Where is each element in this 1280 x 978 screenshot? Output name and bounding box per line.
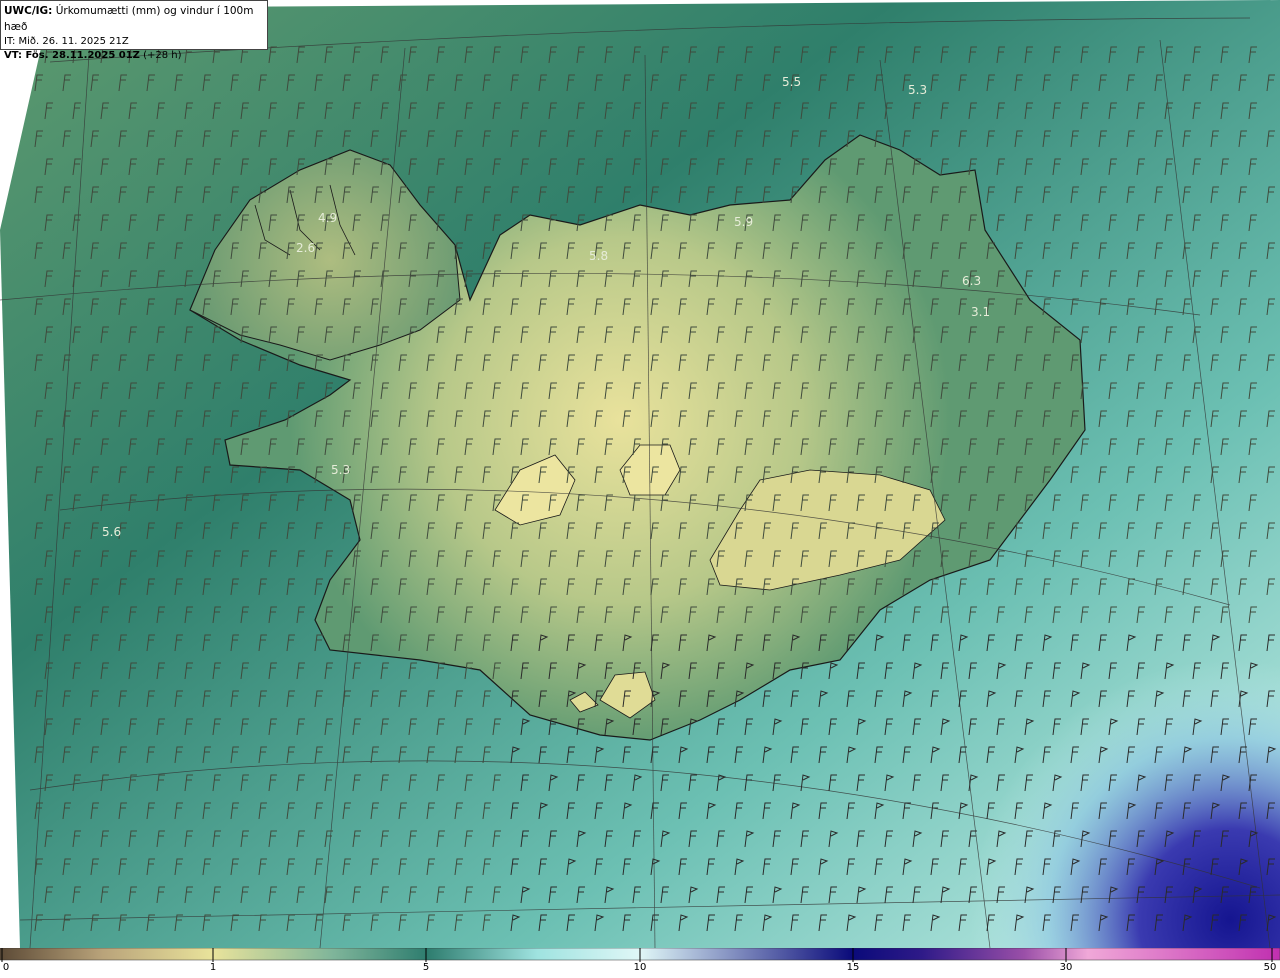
precipitation-wind-map: 5.5 5.3 4.9 2.6 5.8 5.9 6.3 3.1 5.3 5.6 [0, 0, 1280, 948]
station-value: 6.3 [962, 274, 981, 288]
station-value: 4.9 [318, 211, 337, 225]
valid-time-line: VT: Fös. 28.11.2025 01Z (+28 h) [4, 49, 264, 63]
title-line: UWC/IG: Úrkomumætti (mm) og vindur í 100… [4, 3, 264, 35]
station-value: 5.3 [331, 463, 350, 477]
station-value: 5.3 [908, 83, 927, 97]
valid-time: VT: Fös. 28.11.2025 01Z [4, 50, 140, 61]
station-value: 5.6 [102, 525, 121, 539]
colorbar-tick-label: 5 [422, 962, 430, 973]
station-value: 5.8 [589, 249, 608, 263]
station-value: 3.1 [971, 305, 990, 319]
colorbar-tick-label: 15 [846, 962, 860, 973]
station-value: 2.6 [296, 241, 315, 255]
model-label: UWC/IG: [4, 5, 53, 17]
colorbar-tick-label: 1 [209, 962, 217, 973]
map-title-box: UWC/IG: Úrkomumætti (mm) og vindur í 100… [0, 0, 268, 61]
station-value: 5.9 [734, 215, 753, 229]
lead-time: (+28 h) [143, 50, 182, 61]
init-time: IT: Mið. 26. 11. 2025 21Z [4, 36, 129, 47]
colorbar-tick-label: 30 [1059, 962, 1073, 973]
colorbar-tick-label: 0 [2, 962, 10, 973]
colorbar-tick-label: 50 [1263, 962, 1277, 973]
station-value: 5.5 [782, 75, 801, 89]
colorbar-tick-label: 10 [633, 962, 647, 973]
